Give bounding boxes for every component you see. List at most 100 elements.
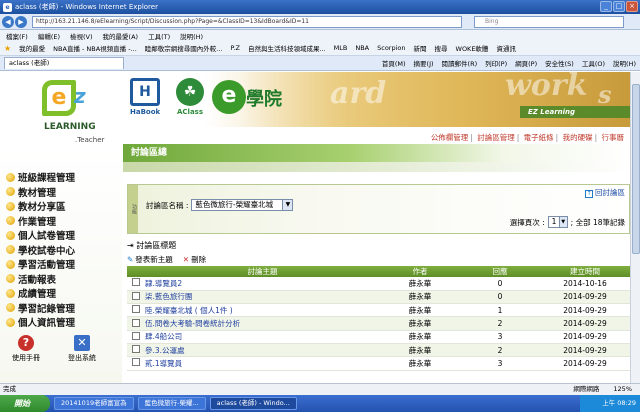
row-checkbox[interactable] xyxy=(132,278,140,287)
topic-link[interactable]: 隸.導覽員2 xyxy=(145,277,380,291)
sidebar-item-grades[interactable]: 成績管理 xyxy=(6,286,75,301)
link-bulletin[interactable]: 公佈欄管理 xyxy=(431,133,469,142)
menu-edit[interactable]: 編輯(E) xyxy=(38,31,60,41)
favorites-link[interactable]: 睦鄰敬宗網搜尋國內外較... xyxy=(145,43,223,53)
cmd-safety[interactable]: 安全性(S) xyxy=(545,58,574,68)
menu-bar: 檔案(F) 編輯(E) 檢視(V) 我的最愛(A) 工具(T) 說明(H) xyxy=(0,30,640,41)
favorites-link[interactable]: NBA xyxy=(355,44,369,52)
favorites-link[interactable]: NBA直播 - NBA視頻直播 -... xyxy=(53,43,137,53)
back-to-board-link[interactable]: ↑ 回討論區 xyxy=(585,187,625,198)
link-drive[interactable]: 我的硬碟 xyxy=(563,133,593,142)
link-discussion[interactable]: 討論區管理 xyxy=(477,133,515,142)
row-checkbox[interactable] xyxy=(132,345,140,354)
header-topic[interactable]: 討論主題 xyxy=(145,266,380,277)
topic-link[interactable]: 陸.榮耀臺北城 ( 個人1件 ) xyxy=(145,303,380,318)
link-calendar[interactable]: 行事曆 xyxy=(602,133,625,142)
start-button[interactable]: 開始 xyxy=(0,395,50,412)
page-title-bar: 討論區總 xyxy=(123,144,630,162)
favorites-link[interactable]: 搜尋 xyxy=(435,43,448,53)
menu-help[interactable]: 說明(H) xyxy=(180,31,203,41)
date-cell: 2014-10-16 xyxy=(540,277,630,291)
logout-button[interactable]: ✕ 登出系統 xyxy=(62,335,102,363)
taskbar-item[interactable]: aclass (老師) - Windo... xyxy=(209,397,297,410)
topic-link[interactable]: 柒.藍色旅行團 xyxy=(145,290,380,305)
bullet-icon xyxy=(6,303,15,313)
sidebar-item-share[interactable]: 教材分享區 xyxy=(6,199,75,214)
cmd-print[interactable]: 列印(P) xyxy=(485,58,507,68)
maximize-button[interactable]: □ xyxy=(613,1,625,12)
sidebar-item-papers[interactable]: 個人試卷管理 xyxy=(6,228,75,243)
page-select[interactable]: 1 ▼ xyxy=(547,216,568,228)
favorites-link[interactable]: MLB xyxy=(334,44,348,52)
header-created[interactable]: 建立時間 xyxy=(540,266,630,277)
row-checkbox[interactable] xyxy=(132,358,140,367)
sidebar-item-homework[interactable]: 作業管理 xyxy=(6,214,75,229)
favorites-link[interactable]: 資通訊 xyxy=(496,43,516,53)
cmd-home[interactable]: 首頁(M) xyxy=(382,58,406,68)
forward-icon[interactable]: ▶ xyxy=(15,15,27,28)
taskbar-item[interactable]: 藍色微旅行-榮耀... xyxy=(137,397,206,410)
cmd-help[interactable]: 說明(H) xyxy=(613,58,636,68)
vertical-scrollbar[interactable] xyxy=(630,72,640,383)
delete-button[interactable]: ✕ 刪除 xyxy=(183,254,206,265)
row-checkbox[interactable] xyxy=(132,331,140,340)
topic-link[interactable]: 肆.4船公司 xyxy=(145,330,380,344)
link-notes[interactable]: 電子紙條 xyxy=(524,133,554,142)
sidebar-item-school-papers[interactable]: 學校試卷中心 xyxy=(6,243,75,258)
topic-link[interactable]: 參.3.公運處 xyxy=(145,343,380,358)
cmd-mail[interactable]: 閱讀郵件(R) xyxy=(442,58,478,68)
scrollbar-thumb[interactable] xyxy=(632,84,640,254)
row-checkbox[interactable] xyxy=(132,291,140,300)
sidebar-item-reports[interactable]: 活動報表 xyxy=(6,272,75,287)
sidebar-item-materials[interactable]: 教材管理 xyxy=(6,185,75,200)
cmd-tools[interactable]: 工具(O) xyxy=(582,58,605,68)
menu-favorites[interactable]: 我的最愛(A) xyxy=(103,31,139,41)
author-cell: 薛永華 xyxy=(380,277,460,291)
author-cell: 薛永華 xyxy=(380,303,460,318)
menu-tools[interactable]: 工具(T) xyxy=(148,31,170,41)
cmd-page[interactable]: 網頁(P) xyxy=(515,58,537,68)
help-icon: ? xyxy=(18,335,34,351)
habook-label: HaBook xyxy=(130,108,161,116)
browser-tab[interactable]: aclass (老師) xyxy=(4,57,124,69)
row-checkbox[interactable] xyxy=(132,318,140,327)
up-arrow-icon: ↑ xyxy=(585,190,593,198)
bullet-icon xyxy=(6,274,15,284)
taskbar-item[interactable]: 20141019老師富宣為 xyxy=(54,397,134,410)
board-select[interactable]: 藍色微旅行-榮耀臺北城 ▼ xyxy=(191,199,294,211)
new-topic-button[interactable]: ✎ 發表新主題 xyxy=(127,254,173,265)
favorites-link[interactable]: 我的最愛 xyxy=(19,43,45,53)
cmd-feeds[interactable]: 摘要(J) xyxy=(414,58,434,68)
ez-logo-z-icon: z xyxy=(74,84,86,108)
favorites-link[interactable]: Scorpion xyxy=(377,44,405,52)
header-author[interactable]: 作者 xyxy=(380,266,460,277)
top-links: 公佈欄管理 | 討論區管理 | 電子紙條 | 我的硬碟 | 行事曆 xyxy=(430,133,625,142)
topic-link[interactable]: 伍.問卷大考驗-問卷統計分析 xyxy=(145,316,380,331)
sidebar-item-course[interactable]: 班級課程管理 xyxy=(6,170,75,185)
replies-cell: 2 xyxy=(460,343,540,358)
menu-file[interactable]: 檔案(F) xyxy=(6,31,28,41)
search-input[interactable]: Bing xyxy=(474,15,624,28)
replies-cell: 2 xyxy=(460,316,540,331)
page-content: ard work s EZ Learning H HaBook ☘ AClass… xyxy=(0,72,630,383)
address-bar[interactable]: http://163.21.146.8/eElearning/Script/Di… xyxy=(32,15,462,28)
close-button[interactable]: × xyxy=(626,1,638,12)
favorites-link[interactable]: 自然與生活科技領域成果... xyxy=(248,43,326,53)
favorites-link[interactable]: WOKE軟體 xyxy=(456,43,489,53)
topic-link[interactable]: 貳.1導覽員 xyxy=(145,356,380,371)
back-icon[interactable]: ◀ xyxy=(2,15,14,28)
sidebar-item-profile[interactable]: 個人資訊管理 xyxy=(6,315,75,330)
sidebar-item-records[interactable]: 學習記錄管理 xyxy=(6,301,75,316)
sidebar-item-activities[interactable]: 學習活動管理 xyxy=(6,257,75,272)
bullet-icon xyxy=(6,245,15,255)
menu-view[interactable]: 檢視(V) xyxy=(70,31,93,41)
e-logo-icon: e xyxy=(212,80,246,114)
help-manual-button[interactable]: ? 使用手冊 xyxy=(6,335,46,363)
minimize-button[interactable]: _ xyxy=(600,1,612,12)
zoom-control[interactable]: 125% xyxy=(613,384,632,395)
favorites-link[interactable]: 新聞 xyxy=(414,43,427,53)
replies-cell: 1 xyxy=(460,303,540,318)
favorites-link[interactable]: P.Z xyxy=(231,44,240,52)
header-replies[interactable]: 回應 xyxy=(460,266,540,277)
row-checkbox[interactable] xyxy=(132,305,140,314)
